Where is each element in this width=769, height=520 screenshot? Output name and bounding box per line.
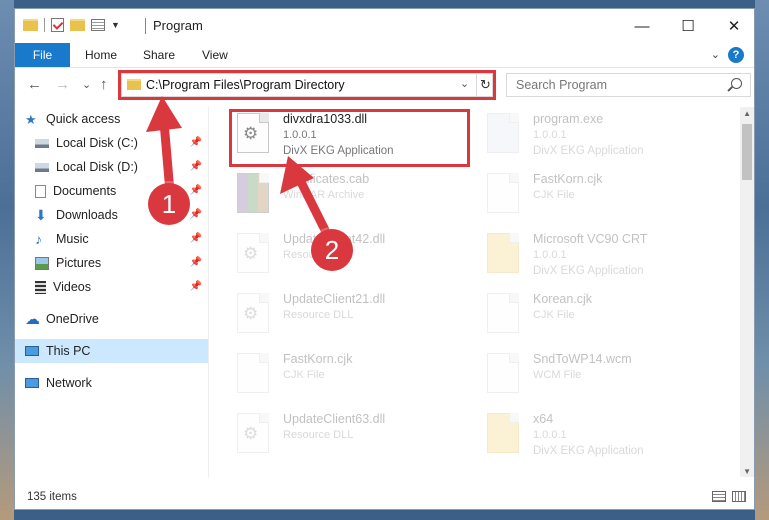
arrow-to-file [280,156,335,245]
step-badge-1: 1 [148,183,190,225]
annotation-arrows [146,96,335,245]
arrow-to-address-bar [146,96,182,197]
step-badge-2: 2 [311,229,353,271]
